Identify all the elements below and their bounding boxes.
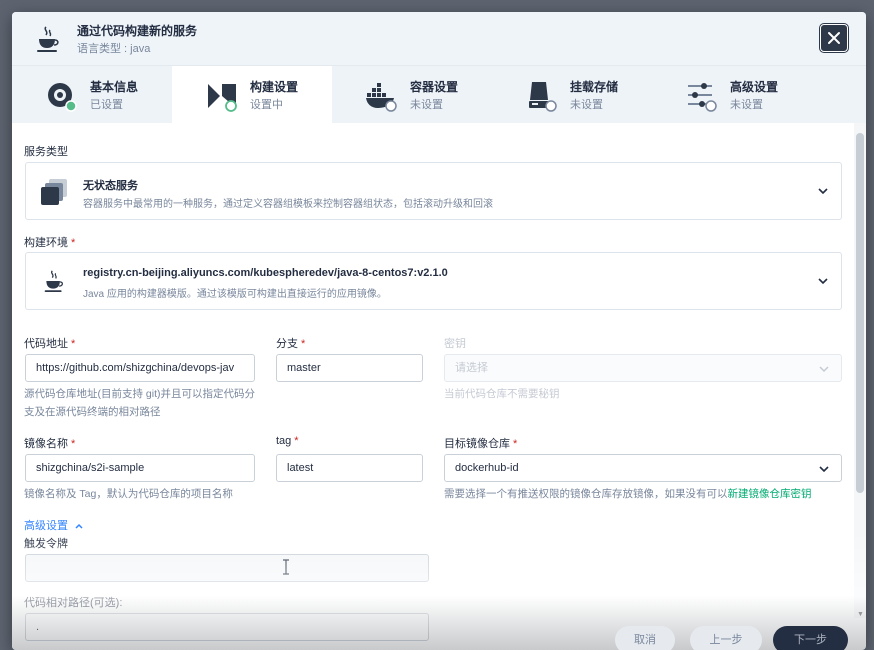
chevron-up-icon (75, 524, 83, 529)
code-url-input[interactable]: https://github.com/shizgchina/devops-jav (25, 354, 255, 382)
trigger-token-label: 触发令牌 (24, 538, 68, 550)
create-service-modal: 通过代码构建新的服务 语言类型 : java 基本信息 已设置 构建设置 设置中… (12, 12, 866, 650)
build-settings-form: 服务类型 无状态服务 容器服务中最常用的一种服务，通过定义容器组模板来控制容器组… (12, 123, 854, 650)
tab-build-settings[interactable]: 构建设置 设置中 (172, 66, 332, 123)
modal-title: 通过代码构建新的服务 (77, 24, 198, 38)
scrollbar-thumb[interactable] (856, 133, 864, 493)
branch-label: 分支 * (276, 338, 306, 350)
close-button[interactable] (820, 24, 848, 52)
close-icon (828, 32, 840, 44)
relative-path-label: 代码相对路径(可选): (24, 597, 123, 609)
create-registry-secret-link[interactable]: 新建镜像仓库密钥 (728, 488, 812, 500)
form-scrollbar[interactable]: ▼ (854, 123, 866, 618)
chevron-down-icon (818, 278, 828, 285)
text-cursor-icon (283, 559, 289, 575)
code-url-label: 代码地址 * (24, 338, 76, 350)
relative-path-input[interactable]: . (25, 613, 429, 641)
stateless-service-icon (41, 179, 67, 205)
build-env-label: 构建环境 * (24, 237, 76, 249)
storage-icon (529, 82, 557, 112)
scroll-down-icon[interactable]: ▼ (857, 611, 864, 618)
info-icon (48, 83, 77, 112)
target-registry-hint: 需要选择一个有推送权限的镜像仓库存放镜像，如果没有可以新建镜像仓库密钥 (444, 488, 812, 500)
secret-select[interactable]: 请选择 (444, 354, 842, 382)
build-icon (208, 84, 237, 112)
java-icon (44, 270, 63, 292)
chevron-down-icon (819, 366, 829, 373)
tag-label: tag * (276, 435, 299, 447)
modal-header: 通过代码构建新的服务 语言类型 : java (12, 12, 866, 66)
service-type-select[interactable]: 无状态服务 容器服务中最常用的一种服务，通过定义容器组模板来控制容器组状态，包括… (25, 162, 842, 220)
tab-container-settings[interactable]: 容器设置 未设置 (332, 66, 492, 123)
tab-advanced-settings[interactable]: 高级设置 未设置 (652, 66, 812, 123)
chevron-down-icon (819, 466, 829, 473)
cancel-button[interactable]: 取消 (615, 626, 675, 650)
advanced-settings-toggle[interactable]: 高级设置 (24, 517, 84, 533)
language-type: 语言类型 : java (77, 43, 151, 55)
secret-label: 密钥 (444, 338, 466, 350)
tab-basic-info[interactable]: 基本信息 已设置 (12, 66, 172, 123)
target-registry-label: 目标镜像仓库 * (444, 438, 518, 450)
next-step-button[interactable]: 下一步 (773, 626, 848, 650)
step-tabs: 基本信息 已设置 构建设置 设置中 容器设置 未设置 挂载存储 未设置 高级设置… (12, 66, 866, 123)
branch-input[interactable]: master (276, 354, 423, 382)
java-icon (37, 26, 59, 52)
tag-input[interactable]: latest (276, 454, 423, 482)
tab-mount-storage[interactable]: 挂载存储 未设置 (492, 66, 652, 123)
sliders-icon (688, 83, 717, 112)
code-url-hint: 源代码仓库地址(目前支持 git)并且可以指定代码分支及在源代码终端的相对路径 (24, 388, 255, 418)
build-env-select[interactable]: registry.cn-beijing.aliyuncs.com/kubesph… (25, 252, 842, 310)
service-type-label: 服务类型 (24, 146, 68, 158)
image-name-input[interactable]: shizgchina/s2i-sample (25, 454, 255, 482)
secret-hint: 当前代码仓库不需要秘钥 (444, 388, 560, 400)
trigger-token-input[interactable] (25, 554, 429, 582)
previous-step-button[interactable]: 上一步 (690, 626, 762, 650)
target-registry-select[interactable]: dockerhub-id (444, 454, 842, 482)
docker-icon (366, 83, 397, 112)
image-name-hint: 镜像名称及 Tag，默认为代码仓库的项目名称 (24, 488, 233, 500)
image-name-label: 镜像名称 * (24, 438, 76, 450)
chevron-down-icon (818, 188, 828, 195)
